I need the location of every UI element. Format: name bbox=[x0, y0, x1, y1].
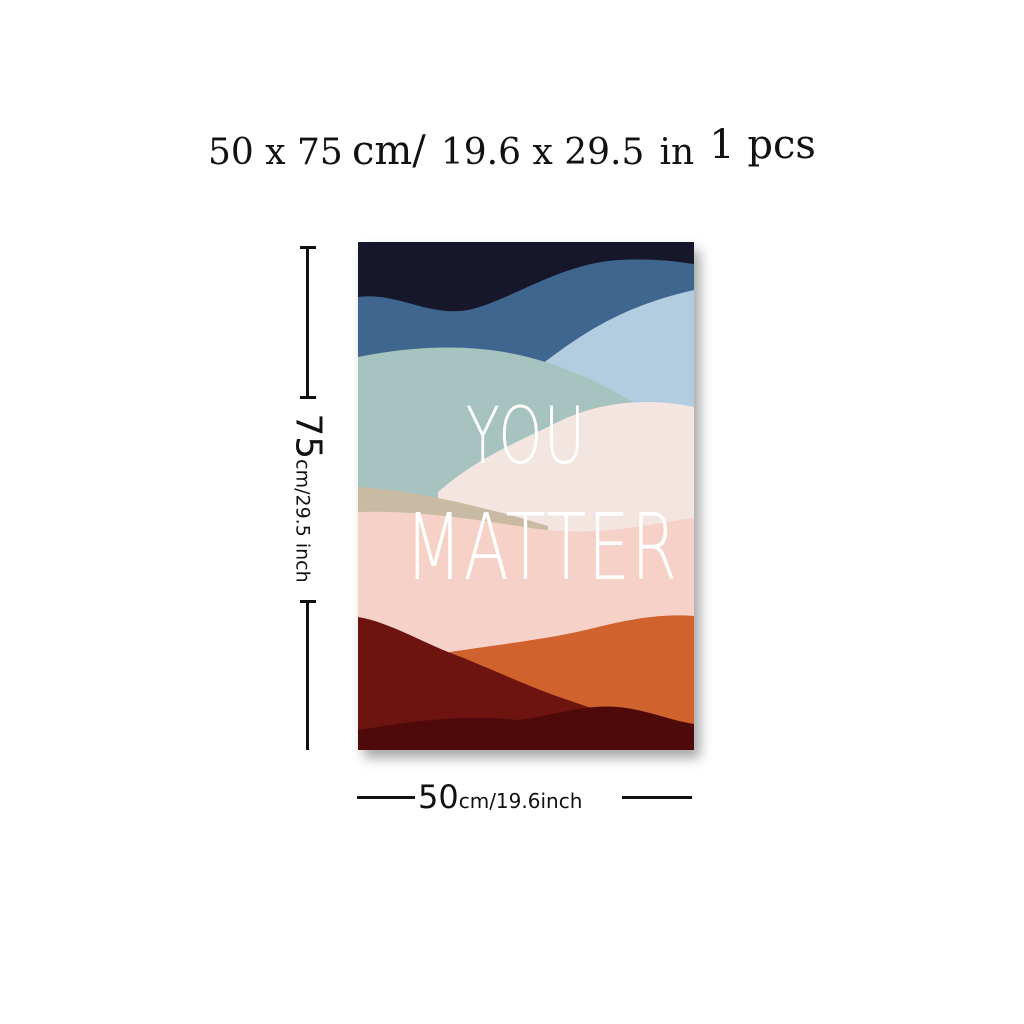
width-value: 50 bbox=[418, 778, 459, 816]
width-unit: cm/19.6inch bbox=[458, 789, 583, 813]
height-line-top bbox=[306, 246, 309, 396]
height-value: 75 bbox=[287, 413, 329, 460]
imperial-size: 19.6 x 29.5 bbox=[440, 132, 645, 173]
metric-size: 50 x 75 bbox=[208, 132, 343, 173]
poster-title-line-2: MATTER bbox=[405, 494, 679, 601]
imperial-unit: in bbox=[659, 132, 695, 173]
poster-title-line-1: YOU bbox=[465, 392, 587, 482]
height-line-bottom bbox=[306, 600, 309, 750]
height-unit: cm/29.5 inch bbox=[291, 459, 314, 583]
width-line-right bbox=[622, 796, 692, 799]
product-image: 50 x 75 cm/ 19.6 x 29.5 in 1 pcs YOU MAT… bbox=[0, 0, 1024, 1024]
height-label: 75cm/29.5 inch bbox=[288, 413, 329, 582]
width-line-left bbox=[357, 796, 415, 799]
metric-unit: cm/ bbox=[351, 128, 426, 174]
size-headline: 50 x 75 cm/ 19.6 x 29.5 in 1 pcs bbox=[0, 122, 1024, 174]
quantity-label: 1 pcs bbox=[709, 122, 816, 168]
height-mid-tick bbox=[300, 396, 316, 399]
canvas-print: YOU MATTER bbox=[358, 242, 694, 750]
width-label: 50cm/19.6inch bbox=[418, 778, 582, 816]
